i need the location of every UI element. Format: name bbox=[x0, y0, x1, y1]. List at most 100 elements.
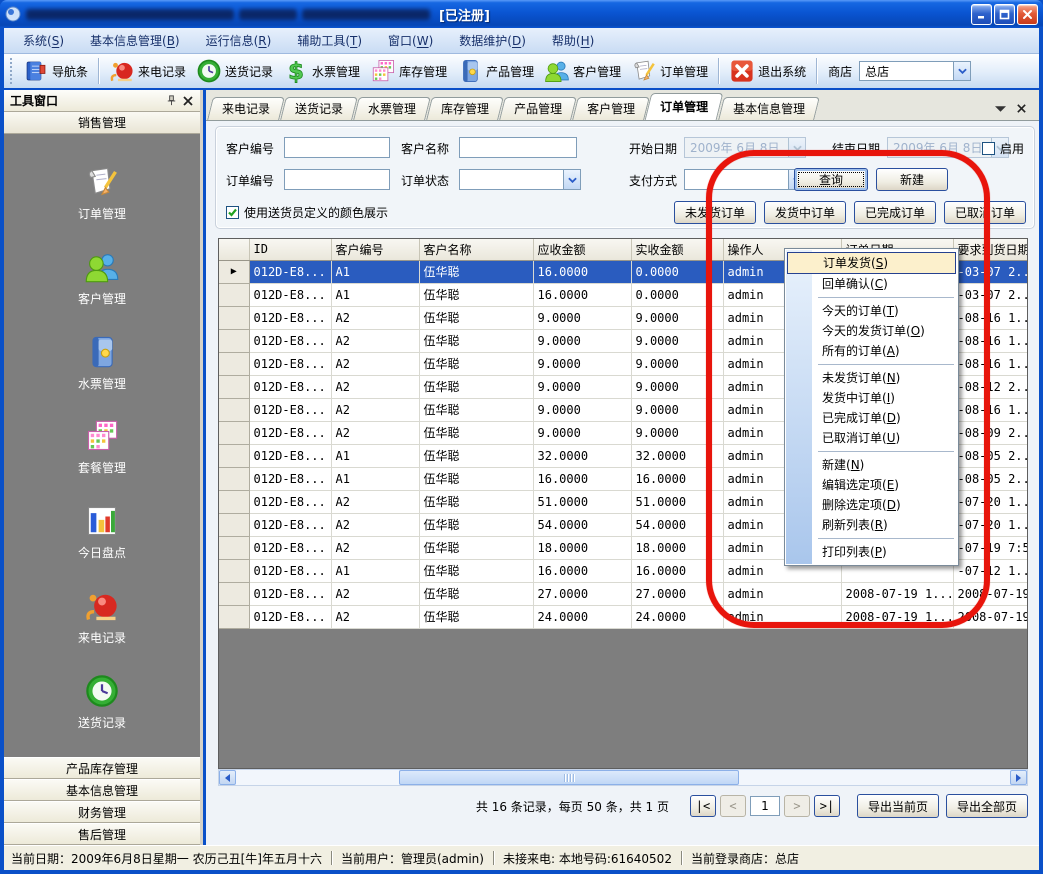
tab-list-dropdown-icon[interactable] bbox=[995, 105, 1006, 113]
last-page-button[interactable]: >| bbox=[814, 795, 840, 817]
pay-method-select[interactable] bbox=[684, 169, 806, 190]
context-menu-item[interactable]: 刷新列表(R) bbox=[786, 515, 957, 535]
tab-item[interactable]: 基本信息管理 bbox=[721, 97, 817, 120]
customer-name-input[interactable] bbox=[459, 137, 577, 158]
menubar-item[interactable]: 基本信息管理(B) bbox=[79, 29, 191, 52]
toolbar-button[interactable]: 退出系统 bbox=[724, 56, 811, 86]
tab-item[interactable]: 客户管理 bbox=[575, 97, 647, 120]
context-menu-item[interactable]: 订单发货(S) bbox=[787, 252, 956, 274]
status-filter-button[interactable]: 已完成订单 bbox=[854, 201, 936, 224]
context-menu-item[interactable]: 回单确认(C) bbox=[786, 274, 957, 294]
checkbox-box[interactable] bbox=[226, 206, 239, 219]
context-menu-item[interactable]: 所有的订单(A) bbox=[786, 341, 957, 361]
grid-row[interactable]: 012D-E8...A2伍华聪24.000024.0000admin2008-0… bbox=[219, 605, 1028, 628]
row-selector-cell[interactable] bbox=[219, 490, 249, 513]
row-selector-cell[interactable] bbox=[219, 421, 249, 444]
tab-item[interactable]: 送货记录 bbox=[283, 97, 355, 120]
tab-item[interactable]: 库存管理 bbox=[429, 97, 501, 120]
menubar-item[interactable]: 系统(S) bbox=[12, 29, 75, 52]
context-menu-item[interactable]: 今天的发货订单(O) bbox=[786, 321, 957, 341]
tab-item[interactable]: 来电记录 bbox=[210, 97, 282, 120]
pin-icon[interactable] bbox=[165, 94, 178, 107]
menubar-item[interactable]: 帮助(H) bbox=[541, 29, 605, 52]
row-selector-cell[interactable] bbox=[219, 352, 249, 375]
grid-row[interactable]: 012D-E8...A2伍华聪27.000027.0000admin2008-0… bbox=[219, 582, 1028, 605]
row-selector-cell[interactable] bbox=[219, 306, 249, 329]
row-selector-cell[interactable] bbox=[219, 582, 249, 605]
chevron-down-icon[interactable] bbox=[563, 170, 580, 189]
tab-close-icon[interactable] bbox=[1016, 103, 1027, 114]
checkbox-box[interactable] bbox=[982, 142, 995, 155]
menubar-item[interactable]: 窗口(W) bbox=[377, 29, 444, 52]
context-menu-item[interactable]: 已取消订单(U) bbox=[786, 428, 957, 448]
toolbar-button[interactable]: 导航条 bbox=[18, 56, 93, 86]
new-button[interactable]: 新建 bbox=[876, 168, 948, 191]
close-icon[interactable] bbox=[182, 95, 194, 107]
query-button[interactable]: 查询 bbox=[794, 168, 868, 191]
row-selector-cell[interactable]: ▶ bbox=[219, 260, 249, 283]
grid-column-header[interactable]: 应收金额 bbox=[533, 239, 631, 260]
scroll-left-arrow[interactable] bbox=[219, 770, 236, 785]
sidebar-item[interactable]: 订单管理 bbox=[78, 164, 126, 222]
context-menu-item[interactable]: 发货中订单(I) bbox=[786, 388, 957, 408]
order-id-input[interactable] bbox=[284, 169, 390, 190]
status-filter-button[interactable]: 未发货订单 bbox=[674, 201, 756, 224]
row-selector-cell[interactable] bbox=[219, 329, 249, 352]
scroll-right-arrow[interactable] bbox=[1010, 770, 1027, 785]
row-selector-cell[interactable] bbox=[219, 283, 249, 306]
row-selector-cell[interactable] bbox=[219, 467, 249, 490]
enable-checkbox[interactable]: 启用 bbox=[982, 137, 1024, 159]
context-menu-item[interactable]: 编辑选定项(E) bbox=[786, 475, 957, 495]
grid-column-header[interactable]: 客户名称 bbox=[419, 239, 533, 260]
toolbar-button[interactable]: 产品管理 bbox=[452, 56, 539, 86]
row-selector-cell[interactable] bbox=[219, 559, 249, 582]
export-current-page-button[interactable]: 导出当前页 bbox=[857, 794, 939, 818]
sidebar-item[interactable]: 客户管理 bbox=[78, 249, 126, 307]
grid-column-header[interactable]: 实收金额 bbox=[631, 239, 723, 260]
page-number-input[interactable]: 1 bbox=[750, 796, 780, 816]
start-date-picker[interactable]: 2009年 6月 8日 bbox=[684, 137, 806, 158]
tab-item[interactable]: 产品管理 bbox=[502, 97, 574, 120]
context-menu-item[interactable]: 未发货订单(N) bbox=[786, 368, 957, 388]
toolbar-button[interactable]: 客户管理 bbox=[539, 56, 626, 86]
sidebar-section-button[interactable]: 基本信息管理 bbox=[4, 779, 200, 801]
customer-id-input[interactable] bbox=[284, 137, 390, 158]
color-display-checkbox[interactable]: 使用送货员定义的颜色展示 bbox=[226, 201, 388, 223]
grid-column-header[interactable] bbox=[219, 239, 249, 260]
row-selector-cell[interactable] bbox=[219, 398, 249, 421]
sidebar-section-button[interactable]: 售后管理 bbox=[4, 823, 200, 845]
export-all-pages-button[interactable]: 导出全部页 bbox=[946, 794, 1028, 818]
sidebar-section-button[interactable]: 产品库存管理 bbox=[4, 757, 200, 779]
sidebar-section-button[interactable]: 财务管理 bbox=[4, 801, 200, 823]
sidebar-item[interactable]: 来电记录 bbox=[78, 588, 126, 646]
chevron-down-icon[interactable] bbox=[788, 138, 805, 157]
maximize-button[interactable] bbox=[994, 4, 1015, 25]
context-menu-item[interactable]: 今天的订单(T) bbox=[786, 301, 957, 321]
sidebar-item[interactable]: 今日盘点 bbox=[78, 503, 126, 561]
scrollbar-thumb[interactable] bbox=[399, 770, 739, 785]
status-filter-button[interactable]: 已取消订单 bbox=[944, 201, 1026, 224]
toolbar-button[interactable]: 送货记录 bbox=[191, 56, 278, 86]
grid-column-header[interactable]: ID bbox=[249, 239, 331, 260]
status-filter-button[interactable]: 发货中订单 bbox=[764, 201, 846, 224]
chevron-down-icon[interactable] bbox=[953, 62, 970, 80]
sidebar-item[interactable]: 送货记录 bbox=[78, 673, 126, 731]
context-menu-item[interactable]: 新建(N) bbox=[786, 455, 957, 475]
tab-item[interactable]: 水票管理 bbox=[356, 97, 428, 120]
row-selector-cell[interactable] bbox=[219, 605, 249, 628]
toolbar-grip[interactable] bbox=[10, 58, 14, 84]
horizontal-scrollbar[interactable] bbox=[218, 769, 1028, 786]
toolbar-button[interactable]: $水票管理 bbox=[278, 56, 365, 86]
first-page-button[interactable]: |< bbox=[690, 795, 716, 817]
menubar-item[interactable]: 数据维护(D) bbox=[448, 29, 537, 52]
minimize-button[interactable] bbox=[971, 4, 992, 25]
context-menu-item[interactable]: 已完成订单(D) bbox=[786, 408, 957, 428]
context-menu-item[interactable]: 删除选定项(D) bbox=[786, 495, 957, 515]
close-button[interactable] bbox=[1017, 4, 1038, 25]
menubar-item[interactable]: 辅助工具(T) bbox=[286, 29, 373, 52]
sidebar-section-header[interactable]: 销售管理 bbox=[4, 112, 200, 134]
row-selector-cell[interactable] bbox=[219, 513, 249, 536]
toolbar-button[interactable]: 订单管理 bbox=[626, 56, 713, 86]
row-selector-cell[interactable] bbox=[219, 444, 249, 467]
sidebar-item[interactable]: 水票管理 bbox=[78, 334, 126, 392]
